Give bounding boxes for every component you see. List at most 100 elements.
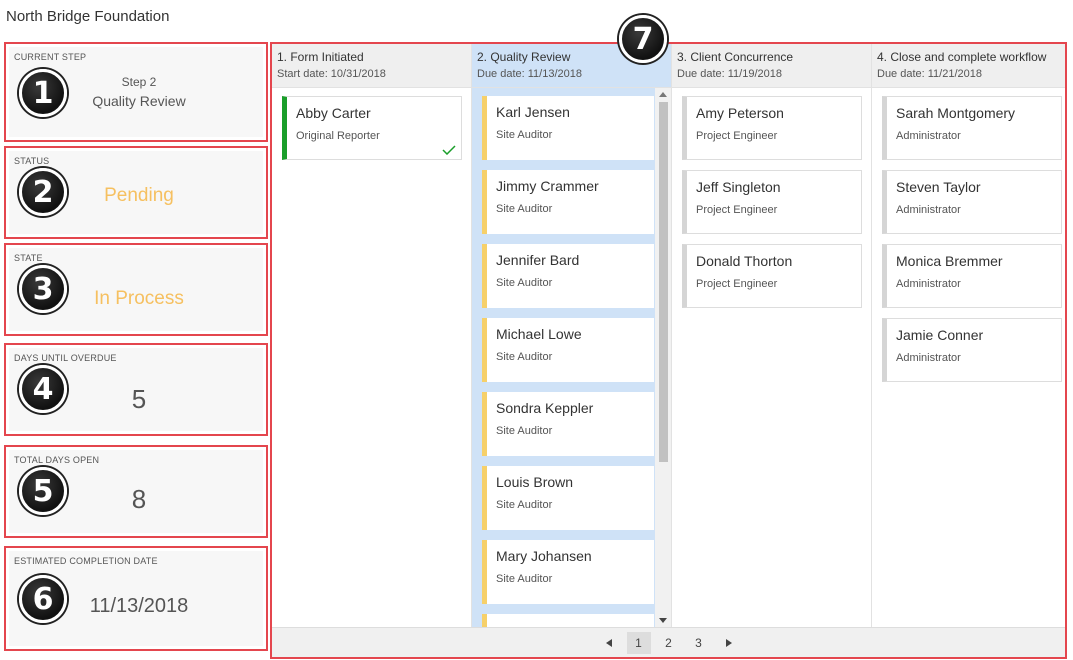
status-panel: STATUS 2 Pending [4,146,268,239]
days-until-overdue-panel: DAYS UNTIL OVERDUE 4 5 [4,343,268,436]
current-step-number: Step 2 [121,75,157,89]
column-header: 3. Client Concurrence Due date: 11/19/20… [672,44,871,88]
estimated-completion-panel: ESTIMATED COMPLETION DATE 6 11/13/2018 [4,546,268,651]
assignee-card[interactable]: Karl Jensen Site Auditor [482,96,654,160]
callout-badge-1: 1 [19,69,67,117]
callout-badge-5: 5 [19,467,67,515]
assignee-role: Administrator [896,204,961,216]
assignee-role: Site Auditor [496,499,553,511]
column-body: Sarah Montgomery Administrator Steven Ta… [872,88,1065,627]
assignee-role: Original Reporter [296,130,380,142]
current-step-label: CURRENT STEP [14,52,87,62]
assignee-name: Abby Carter [296,105,371,121]
column-title: 4. Close and complete workflow [877,50,1047,64]
assignee-card[interactable]: Jennifer Bard Site Auditor [482,244,654,308]
assignee-role: Project Engineer [696,278,778,290]
assignee-card[interactable]: Jimmy Crammer Site Auditor [482,170,654,234]
column-client-concurrence: 3. Client Concurrence Due date: 11/19/20… [672,44,872,627]
state-panel: STATE 3 In Process [4,243,268,336]
assignee-role: Project Engineer [696,204,778,216]
assignee-role: Administrator [896,278,961,290]
assignee-card-partial[interactable] [482,614,654,627]
assignee-name: Steven Taylor [896,179,981,195]
assignee-role: Project Engineer [696,130,778,142]
chevron-right-icon [725,638,732,647]
assignee-name: Jennifer Bard [496,252,580,268]
assignee-role: Site Auditor [496,351,553,363]
assignee-card[interactable]: Monica Bremmer Administrator [882,244,1062,308]
pager-next-button[interactable] [717,632,741,654]
column-scrollbar[interactable] [655,88,671,627]
status-label: STATUS [14,156,50,166]
assignee-card[interactable]: Steven Taylor Administrator [882,170,1062,234]
callout-badge-4: 4 [19,365,67,413]
total-days-open-panel: TOTAL DAYS OPEN 5 8 [4,445,268,538]
assignee-role: Site Auditor [496,129,553,141]
column-body: Amy Peterson Project Engineer Jeff Singl… [672,88,871,627]
total-days-open-label: TOTAL DAYS OPEN [14,455,100,465]
column-body: Karl Jensen Site Auditor Jimmy Crammer S… [472,88,671,627]
callout-badge-2: 2 [19,168,67,216]
column-title: 3. Client Concurrence [677,50,794,64]
column-header: 1. Form Initiated Start date: 10/31/2018 [272,44,471,88]
assignee-name: Donald Thorton [696,253,793,269]
column-date: Due date: 11/19/2018 [677,68,782,80]
total-days-open-value: 8 [131,484,147,514]
chevron-left-icon [605,638,612,647]
days-until-overdue-label: DAYS UNTIL OVERDUE [14,353,117,363]
column-body: Abby Carter Original Reporter [272,88,471,627]
current-step-panel: CURRENT STEP 1 Step 2 Quality Review [4,42,268,142]
column-title: 1. Form Initiated [277,50,364,64]
current-step-value: Step 2 Quality Review [69,75,209,109]
scroll-down-icon[interactable] [659,618,667,623]
column-header: 4. Close and complete workflow Due date:… [872,44,1065,88]
assignee-card[interactable]: Mary Johansen Site Auditor [482,540,654,604]
assignee-card[interactable]: Sondra Keppler Site Auditor [482,392,654,456]
days-until-overdue-value: 5 [131,384,147,414]
assignee-name: Monica Bremmer [896,253,1003,269]
assignee-name: Jimmy Crammer [496,178,599,194]
assignee-name: Jeff Singleton [696,179,781,195]
scroll-up-icon[interactable] [659,92,667,97]
assignee-name: Karl Jensen [496,104,570,120]
assignee-name: Michael Lowe [496,326,582,342]
assignee-card[interactable]: Abby Carter Original Reporter [282,96,462,160]
column-date: Due date: 11/21/2018 [877,68,982,80]
pager-prev-button[interactable] [597,632,621,654]
assignee-card[interactable]: Louis Brown Site Auditor [482,466,654,530]
estimated-completion-value: 11/13/2018 [89,595,189,617]
assignee-card[interactable]: Michael Lowe Site Auditor [482,318,654,382]
assignee-name: Louis Brown [496,474,574,490]
assignee-role: Site Auditor [496,277,553,289]
callout-badge-6: 6 [19,575,67,623]
pager-page-1[interactable]: 1 [626,631,651,654]
assignee-role: Administrator [896,130,961,142]
assignee-name: Sondra Keppler [496,400,594,416]
column-date: Start date: 10/31/2018 [277,68,386,80]
assignee-card[interactable]: Jamie Conner Administrator [882,318,1062,382]
check-icon [442,145,456,155]
column-quality-review: 2. Quality Review Due date: 11/13/2018 K… [472,44,672,627]
assignee-role: Site Auditor [496,425,553,437]
app-title: North Bridge Foundation [6,8,170,25]
state-value: In Process [94,288,184,309]
assignee-card[interactable]: Jeff Singleton Project Engineer [682,170,862,234]
assignee-role: Site Auditor [496,203,553,215]
callout-badge-7: 7 [619,15,667,63]
column-close-workflow: 4. Close and complete workflow Due date:… [872,44,1065,627]
assignee-name: Amy Peterson [696,105,784,121]
assignee-name: Mary Johansen [496,548,592,564]
pager: 1 2 3 [272,627,1065,657]
assignee-card[interactable]: Amy Peterson Project Engineer [682,96,862,160]
pager-page-3[interactable]: 3 [687,632,711,654]
estimated-completion-label: ESTIMATED COMPLETION DATE [14,556,158,566]
assignee-role: Administrator [896,352,961,364]
column-form-initiated: 1. Form Initiated Start date: 10/31/2018… [272,44,472,627]
assignee-card[interactable]: Sarah Montgomery Administrator [882,96,1062,160]
scroll-thumb[interactable] [659,102,668,462]
workflow-board: 1. Form Initiated Start date: 10/31/2018… [270,42,1067,659]
assignee-name: Jamie Conner [896,327,984,343]
pager-page-2[interactable]: 2 [657,632,681,654]
assignee-card[interactable]: Donald Thorton Project Engineer [682,244,862,308]
assignee-role: Site Auditor [496,573,553,585]
